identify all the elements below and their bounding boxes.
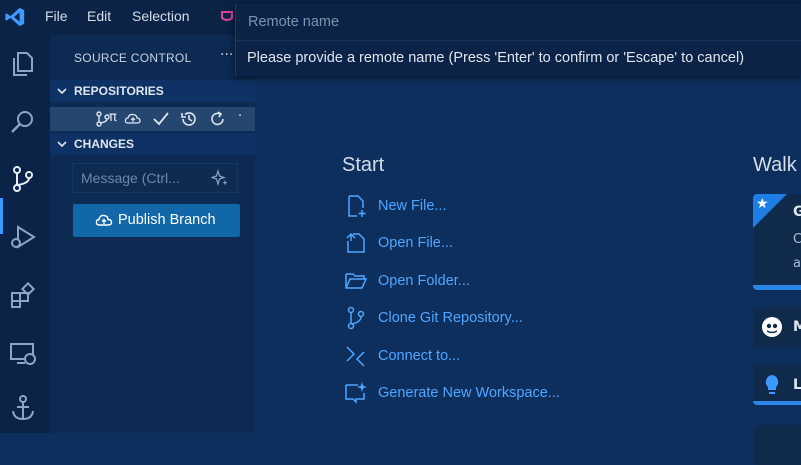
menu-selection[interactable]: Selection xyxy=(132,8,190,24)
remote-name-input[interactable] xyxy=(242,10,798,34)
quick-input-box xyxy=(236,4,801,41)
commit-message-field[interactable] xyxy=(72,163,238,193)
walkthrough-item-2-label: M xyxy=(793,319,801,335)
lightbulb-icon xyxy=(765,375,779,394)
walkthrough-item-3[interactable]: L xyxy=(753,365,801,405)
changes-section-header[interactable]: CHANGES xyxy=(50,133,255,155)
walkthrough-desc-line1: C xyxy=(793,232,801,247)
active-indicator xyxy=(0,198,3,234)
commit-message-input[interactable] xyxy=(73,164,211,192)
star-icon: ★ xyxy=(756,196,769,212)
publish-branch-label: Publish Branch xyxy=(118,212,216,228)
repositories-label: REPOSITORIES xyxy=(74,84,164,98)
explorer-icon[interactable] xyxy=(8,49,38,79)
walkthrough-item-3-label: L xyxy=(793,377,801,393)
history-icon[interactable] xyxy=(180,110,198,128)
remote-explorer-icon[interactable] xyxy=(8,339,38,369)
vscode-logo-icon xyxy=(5,7,25,27)
chevron-down-icon xyxy=(57,88,67,95)
chevron-down-icon xyxy=(57,141,67,148)
sparkle-icon[interactable] xyxy=(211,169,229,187)
cloud-upload-icon xyxy=(95,214,113,226)
branch-name: π xyxy=(109,110,117,125)
search-icon[interactable] xyxy=(8,107,38,137)
open-file-label: Open File... xyxy=(378,235,453,251)
changes-label: CHANGES xyxy=(74,137,135,151)
new-file-icon xyxy=(348,195,366,217)
source-control-icon[interactable] xyxy=(8,164,38,194)
sparkle-workspace-icon xyxy=(345,382,367,404)
walkthrough-item-4[interactable] xyxy=(753,425,801,465)
generate-workspace-label: Generate New Workspace... xyxy=(378,385,560,401)
walkthrough-title: G xyxy=(793,204,801,220)
activity-bar xyxy=(0,35,50,433)
clone-repository-label: Clone Git Repository... xyxy=(378,310,523,326)
open-folder-label: Open Folder... xyxy=(378,273,470,289)
walkthrough-item-3-progress xyxy=(753,401,801,405)
extensions-icon[interactable] xyxy=(8,281,38,311)
quick-input-widget: Please provide a remote name (Press 'Ent… xyxy=(235,4,801,76)
menu-edit[interactable]: Edit xyxy=(87,8,111,24)
run-debug-icon[interactable] xyxy=(8,222,38,252)
sidebar-title: SOURCE CONTROL xyxy=(74,51,192,65)
publish-cloud-icon[interactable] xyxy=(124,110,142,128)
walkthroughs-heading: Walk xyxy=(753,154,797,176)
start-heading: Start xyxy=(342,154,385,176)
source-control-sidebar: SOURCE CONTROL ··· REPOSITORIES π · CHAN… xyxy=(50,35,255,433)
repositories-section-header[interactable]: REPOSITORIES xyxy=(50,80,255,102)
walkthrough-desc-line2: a xyxy=(793,256,801,271)
remote-icon xyxy=(346,346,365,367)
more-actions-icon[interactable]: ··· xyxy=(220,47,233,63)
publish-branch-button[interactable]: Publish Branch xyxy=(73,204,240,237)
refresh-icon[interactable] xyxy=(209,110,227,128)
welcome-page: Start Walk New File... Open File... Open… xyxy=(255,35,801,465)
walkthrough-card-featured[interactable]: ★ G C a xyxy=(753,194,801,290)
quick-input-message: Please provide a remote name (Press 'Ent… xyxy=(247,50,745,66)
git-branch-icon xyxy=(347,306,365,330)
title-partial-icon xyxy=(221,11,233,21)
anchor-icon[interactable] xyxy=(8,393,38,423)
repository-row[interactable]: π · xyxy=(50,107,255,131)
menu-file[interactable]: File xyxy=(45,8,68,24)
connect-to-label: Connect to... xyxy=(378,348,461,364)
walkthrough-progress xyxy=(753,285,801,290)
open-file-icon xyxy=(346,232,365,253)
new-file-label: New File... xyxy=(378,198,447,214)
repo-more-icon[interactable]: · xyxy=(238,109,242,124)
commit-check-icon[interactable] xyxy=(152,110,170,128)
copilot-icon xyxy=(762,317,782,337)
open-folder-icon xyxy=(345,273,368,289)
walkthrough-item-2[interactable]: M xyxy=(753,307,801,347)
